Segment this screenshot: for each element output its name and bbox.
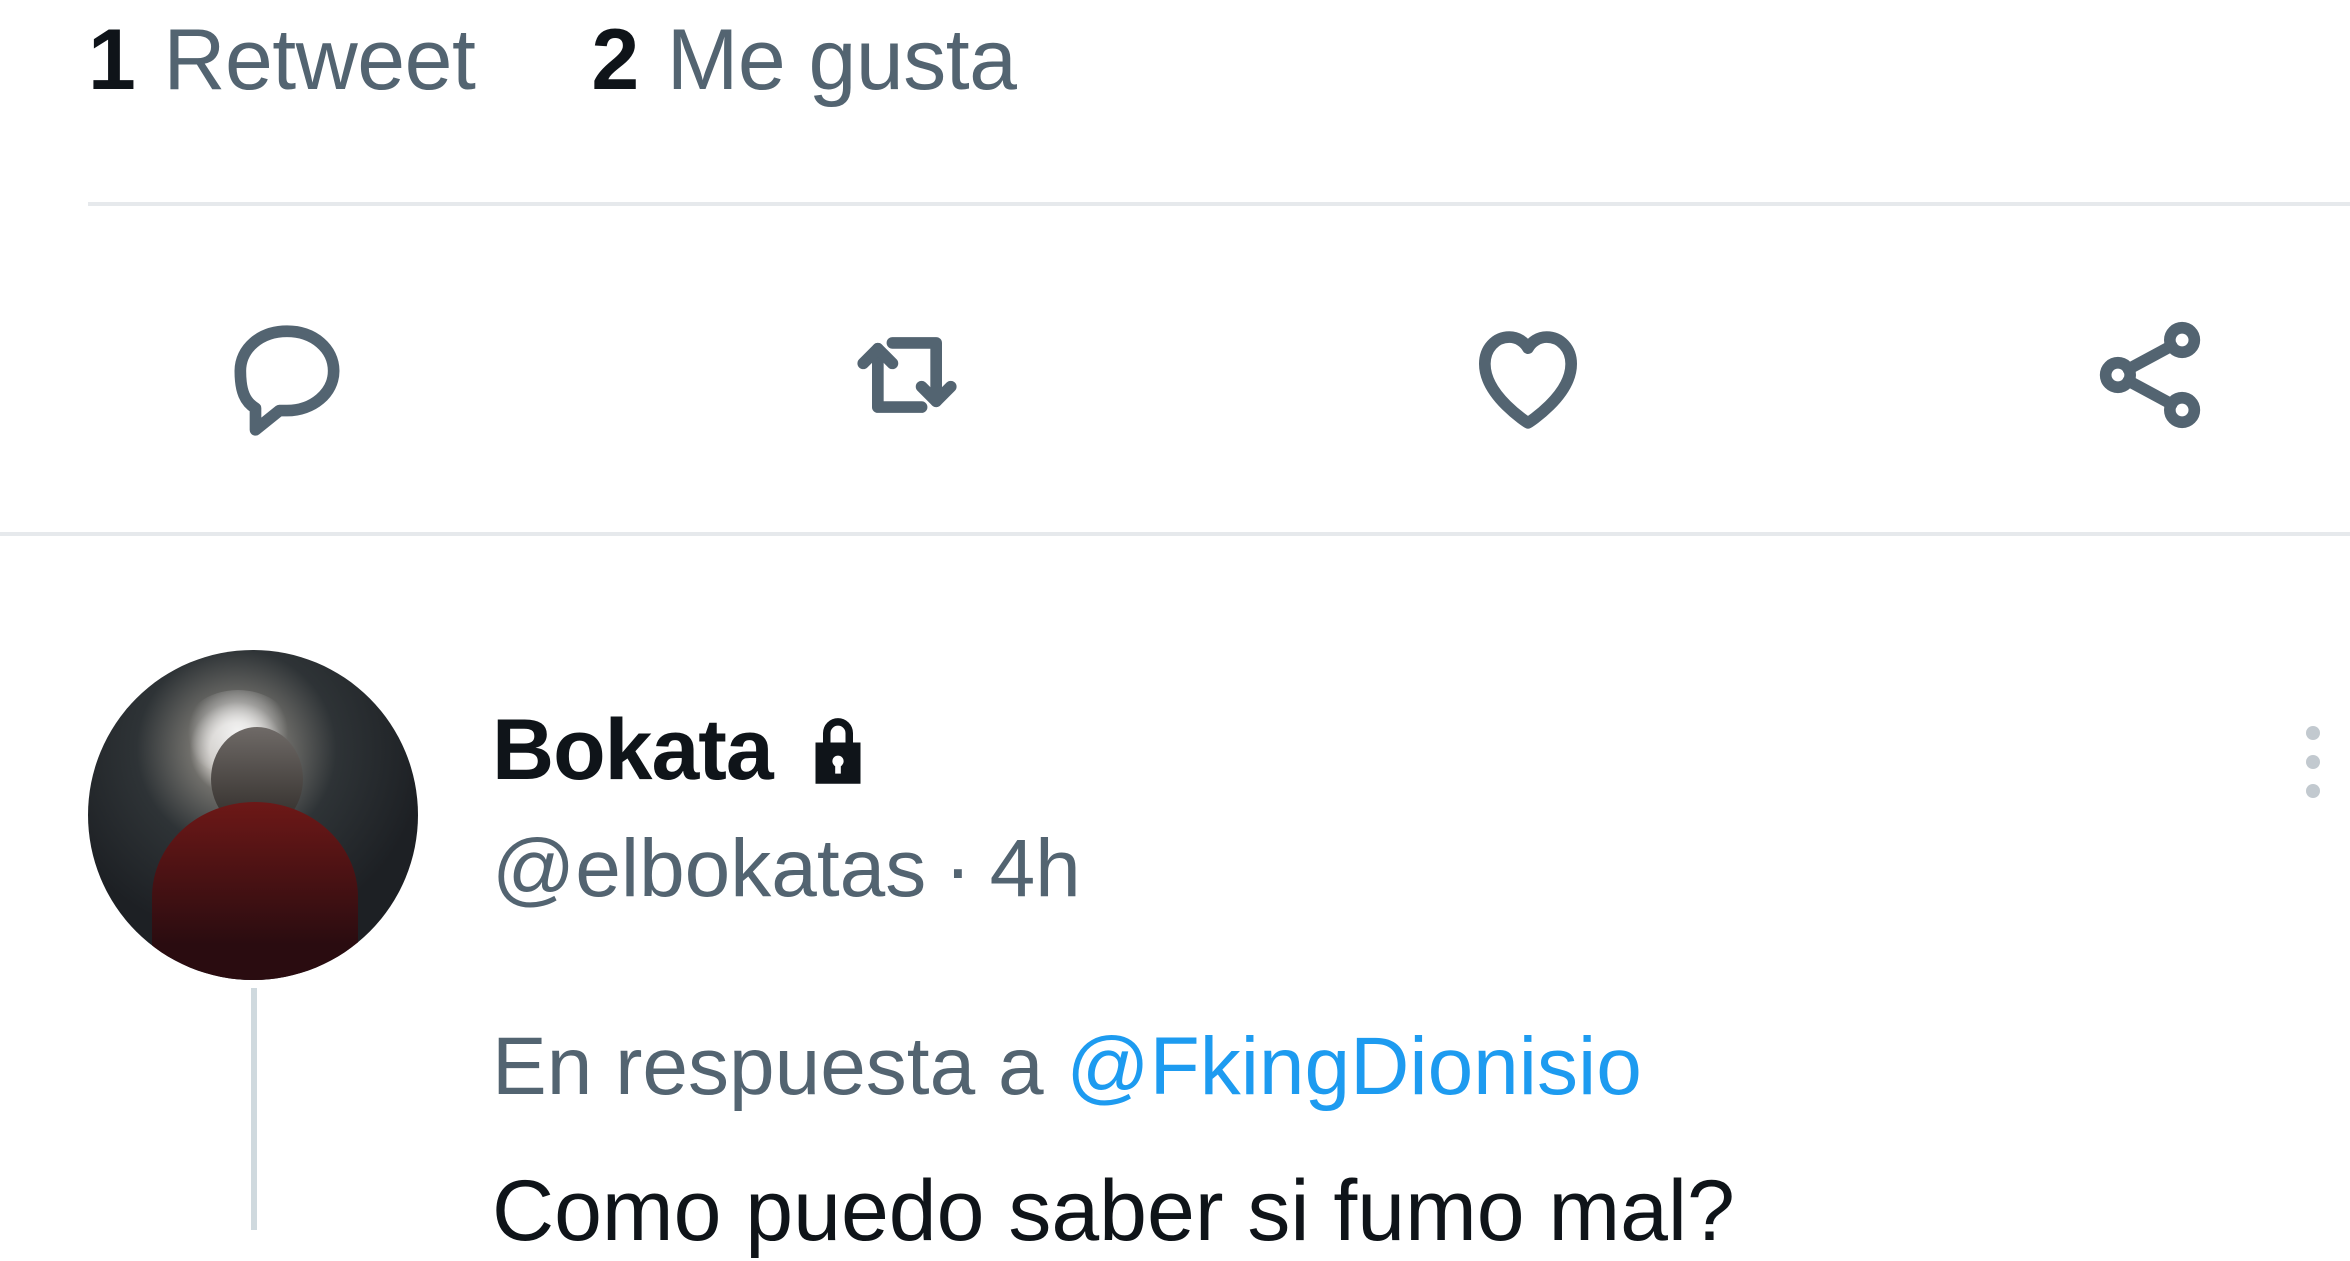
share-button[interactable] [2075,300,2225,450]
retweet-count-stat[interactable]: 1 Retweet [88,11,476,110]
like-count-stat[interactable]: 2 Me gusta [591,11,1017,110]
handle-time-separator: · [944,823,972,914]
tweet-text: Como puedo saber si fumo mal? [492,1163,1735,1259]
reply-icon [234,325,340,436]
like-count: 2 [591,11,639,108]
author-name-row: Bokata [492,700,883,800]
thread-line [251,988,257,1230]
author-handle[interactable]: @elbokatas [492,823,926,914]
author-display-name[interactable]: Bokata [492,701,774,800]
actions-divider [0,532,2350,536]
retweet-count-label: Retweet [163,11,476,108]
author-handle-row: @elbokatas · 4h [492,822,1081,916]
tweet-stats: 1 Retweet 2 Me gusta [88,0,1132,120]
in-reply-to: En respuesta a @FkingDionisio [492,1020,1642,1114]
retweet-count: 1 [88,11,136,108]
reply-button[interactable] [212,300,362,450]
share-icon [2099,321,2201,429]
avatar-body [152,802,358,980]
heart-icon [1479,331,1577,429]
in-reply-to-prefix: En respuesta a [492,1021,1044,1112]
avatar[interactable] [88,650,418,980]
retweet-button[interactable] [832,300,982,450]
like-button[interactable] [1453,300,1603,450]
more-icon[interactable] [2298,712,2328,812]
like-count-label: Me gusta [666,11,1017,108]
tweet-action-bar [0,300,2350,450]
tweet-time[interactable]: 4h [990,823,1081,914]
lock-icon [815,718,861,784]
in-reply-to-link[interactable]: @FkingDionisio [1066,1021,1641,1112]
retweet-icon [857,337,957,413]
stats-divider [88,202,2350,206]
